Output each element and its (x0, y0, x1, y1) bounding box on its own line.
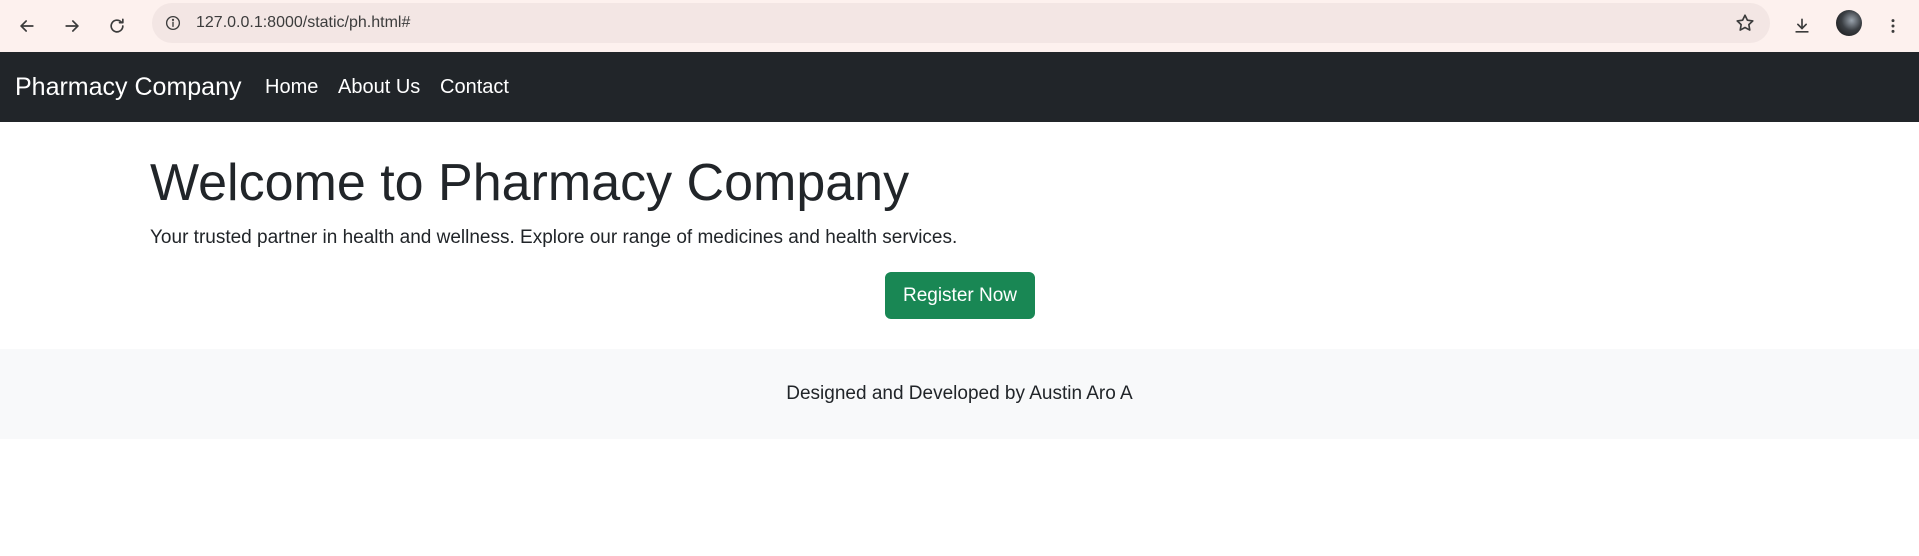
address-bar[interactable]: 127.0.0.1:8000/static/ph.html# (152, 3, 1770, 43)
register-now-button[interactable]: Register Now (885, 272, 1035, 319)
browser-toolbar: 127.0.0.1:8000/static/ph.html# (0, 0, 1919, 52)
hero-description: Your trusted partner in health and welln… (150, 227, 958, 248)
menu-button[interactable] (1875, 8, 1911, 44)
nav-link-about-us[interactable]: About Us (338, 52, 420, 122)
url-text: 127.0.0.1:8000/static/ph.html# (196, 14, 411, 31)
navbar: Pharmacy Company Home About Us Contact (0, 52, 1919, 122)
nav-link-home[interactable]: Home (265, 52, 318, 122)
footer: Designed and Developed by Austin Aro A (0, 349, 1919, 439)
download-icon (1795, 18, 1809, 33)
forward-arrow-icon (65, 20, 79, 32)
footer-credit: Designed and Developed by Austin Aro A (786, 383, 1133, 404)
site-info-icon[interactable] (161, 11, 185, 35)
back-button[interactable] (9, 8, 45, 44)
forward-button[interactable] (54, 8, 90, 44)
nav-link-contact[interactable]: Contact (440, 52, 509, 122)
navbar-brand[interactable]: Pharmacy Company (15, 52, 241, 122)
reload-icon (110, 18, 124, 33)
page-title: Welcome to Pharmacy Company (150, 154, 910, 212)
profile-avatar[interactable] (1836, 10, 1862, 36)
more-vert-icon (1891, 19, 1895, 33)
reload-button[interactable] (99, 8, 135, 44)
bookmark-star-icon[interactable] (1734, 12, 1756, 34)
back-arrow-icon (20, 20, 34, 32)
download-button[interactable] (1784, 8, 1820, 44)
